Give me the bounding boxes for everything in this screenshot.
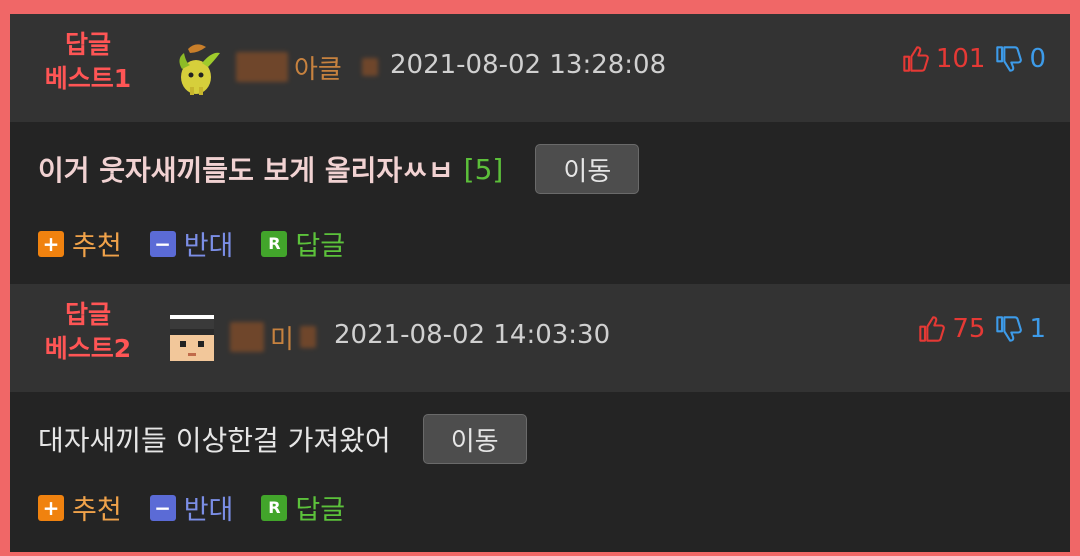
nickname-blur bbox=[299, 326, 316, 348]
best-reply-1: 답글 베스트1 아클 2021-08-02 13:28:08 101 0 이거 … bbox=[10, 14, 1070, 284]
comment-text-row: 대자새끼들 이상한걸 가져왔어 이동 bbox=[38, 414, 527, 464]
reply-label: 답글 bbox=[295, 231, 346, 262]
pixel-face-icon[interactable] bbox=[164, 309, 220, 369]
comment-date: 2021-08-02 13:28:08 bbox=[390, 50, 667, 80]
nickname-blur bbox=[230, 322, 264, 352]
move-button[interactable]: 이동 bbox=[422, 414, 527, 464]
down-count: 0 bbox=[1029, 44, 1046, 74]
recommend-label: 추천 bbox=[72, 495, 122, 526]
plus-icon: + bbox=[38, 494, 64, 521]
comment-header: 답글 베스트2 미 2021-08-02 14:03:30 75 1 bbox=[10, 284, 1070, 392]
thumbs-down-icon[interactable] bbox=[995, 315, 1023, 343]
comment-date: 2021-08-02 14:03:30 bbox=[334, 320, 611, 350]
up-count: 101 bbox=[935, 44, 986, 74]
comment-actions: + 추천 − 반대 R 답글 bbox=[38, 224, 345, 263]
minus-icon: − bbox=[149, 230, 176, 257]
nickname-text: 아클 bbox=[294, 54, 342, 85]
oppose-button[interactable]: − 반대 bbox=[149, 224, 234, 263]
move-button[interactable]: 이동 bbox=[535, 144, 640, 194]
best-badge-line2: 베스트2 bbox=[44, 334, 132, 363]
reply-r-icon: R bbox=[261, 230, 288, 257]
reply-r-icon: R bbox=[261, 494, 288, 521]
minus-icon: − bbox=[149, 494, 176, 521]
best-badge-line2: 베스트1 bbox=[44, 64, 132, 93]
oppose-label: 반대 bbox=[183, 231, 234, 262]
recommend-button[interactable]: + 추천 bbox=[38, 488, 122, 527]
nickname-blur bbox=[236, 52, 288, 82]
comment-body: 대자새끼들 이상한걸 가져왔어 이동 + 추천 − 반대 R 답글 bbox=[10, 392, 1070, 550]
thumbs-up-icon[interactable] bbox=[902, 45, 930, 73]
vote-counts: 101 0 bbox=[902, 44, 1046, 74]
nickname-text: 미 bbox=[270, 324, 294, 355]
best-badge-line1: 답글 bbox=[64, 300, 111, 329]
comment-body: 이거 웃자새끼들도 보게 올리자ㅆㅂ [5] 이동 + 추천 − 반대 R 답글 bbox=[10, 122, 1070, 284]
nickname[interactable]: 아클 bbox=[236, 48, 378, 86]
reply-label: 답글 bbox=[295, 495, 346, 526]
recommend-label: 추천 bbox=[72, 231, 122, 262]
oppose-button[interactable]: − 반대 bbox=[149, 488, 234, 527]
vote-counts: 75 1 bbox=[918, 314, 1046, 344]
best-reply-badge: 답글 베스트1 bbox=[32, 28, 144, 96]
comment-text[interactable]: 대자새끼들 이상한걸 가져왔어 bbox=[38, 419, 391, 459]
oppose-label: 반대 bbox=[183, 495, 234, 526]
best-reply-badge: 답글 베스트2 bbox=[32, 298, 144, 366]
down-count: 1 bbox=[1029, 314, 1046, 344]
reply-button[interactable]: R 답글 bbox=[261, 488, 345, 527]
comment-text[interactable]: 이거 웃자새끼들도 보게 올리자ㅆㅂ bbox=[38, 149, 454, 189]
best-reply-2: 답글 베스트2 미 2021-08-02 14:03:30 75 1 대자새끼들… bbox=[10, 284, 1070, 550]
comment-header: 답글 베스트1 아클 2021-08-02 13:28:08 101 0 bbox=[10, 14, 1070, 122]
thumbs-up-icon[interactable] bbox=[918, 315, 946, 343]
recommend-button[interactable]: + 추천 bbox=[38, 224, 122, 263]
plus-icon: + bbox=[38, 230, 64, 257]
comment-actions: + 추천 − 반대 R 답글 bbox=[38, 488, 345, 527]
nickname[interactable]: 미 bbox=[230, 318, 316, 356]
leaf-character-icon[interactable] bbox=[168, 39, 224, 99]
up-count: 75 bbox=[952, 314, 986, 344]
comment-text-row: 이거 웃자새끼들도 보게 올리자ㅆㅂ [5] 이동 bbox=[38, 144, 640, 194]
nickname-blur bbox=[361, 58, 378, 76]
reply-count: [5] bbox=[463, 152, 504, 186]
reply-button[interactable]: R 답글 bbox=[261, 224, 345, 263]
best-badge-line1: 답글 bbox=[64, 30, 111, 59]
thumbs-down-icon[interactable] bbox=[995, 45, 1023, 73]
